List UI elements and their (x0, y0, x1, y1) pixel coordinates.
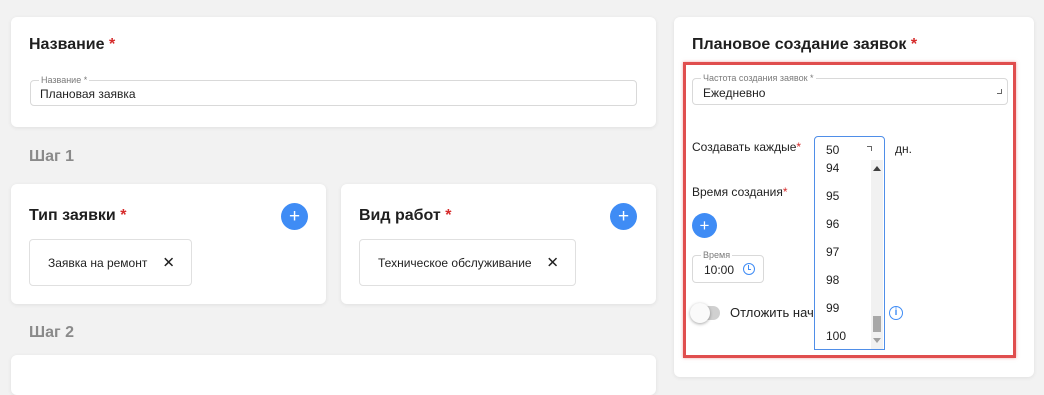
add-work-type-button[interactable]: + (610, 203, 637, 230)
close-icon[interactable]: ✕ (546, 255, 559, 270)
planning-card-title-text: Плановое создание заявок (692, 36, 907, 53)
name-card-title: Название * (29, 36, 115, 54)
required-mark: * (120, 207, 127, 224)
required-mark: * (445, 207, 452, 224)
close-icon[interactable]: ✕ (162, 255, 175, 270)
add-request-type-button[interactable]: + (281, 203, 308, 230)
name-card: Название * Название * Плановая заявка (11, 17, 656, 127)
name-field[interactable]: Название * Плановая заявка (30, 75, 637, 106)
highlight-frame (683, 62, 1016, 358)
name-field-label: Название * (39, 75, 90, 85)
step-2-label: Шаг 2 (29, 324, 74, 341)
work-type-title-text: Вид работ (359, 207, 441, 224)
request-type-title: Тип заявки * (29, 207, 126, 225)
name-card-title-text: Название (29, 36, 105, 53)
step-1-label: Шаг 1 (29, 148, 74, 165)
request-type-chip: Заявка на ремонт ✕ (29, 239, 192, 286)
step-2-card (11, 355, 656, 395)
planning-card-title: Плановое создание заявок * (692, 36, 917, 54)
work-type-chip-label: Техническое обслуживание (378, 255, 532, 270)
work-type-card: Вид работ * + Техническое обслуживание ✕ (341, 184, 656, 304)
request-type-title-text: Тип заявки (29, 207, 116, 224)
request-type-card: Тип заявки * + Заявка на ремонт ✕ (11, 184, 326, 304)
work-type-chip: Техническое обслуживание ✕ (359, 239, 576, 286)
required-mark: * (910, 36, 918, 53)
request-type-chip-label: Заявка на ремонт (48, 255, 148, 270)
name-field-value: Плановая заявка (40, 87, 136, 101)
required-mark: * (108, 36, 116, 53)
work-type-title: Вид работ * (359, 207, 451, 225)
